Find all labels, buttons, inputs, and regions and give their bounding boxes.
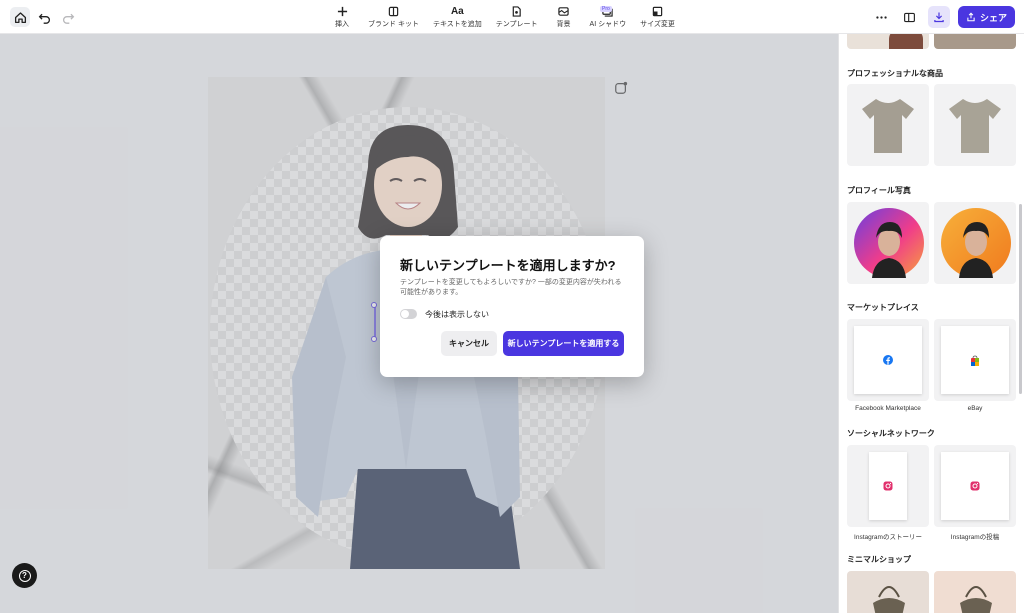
toggle-label: 今後は表示しない [425, 310, 489, 319]
apply-template-button[interactable]: 新しいテンプレートを適用する [503, 331, 624, 356]
dont-show-again-toggle[interactable] [400, 309, 417, 319]
apply-template-dialog: 新しいテンプレートを適用しますか? テンプレートを変更してもよろしいですか? 一… [380, 236, 644, 377]
dialog-title: 新しいテンプレートを適用しますか? [400, 258, 616, 273]
cancel-button[interactable]: キャンセル [441, 331, 497, 356]
dialog-description: テンプレートを変更してもよろしいですか? 一部の変更内容が失われる可能性がありま… [400, 279, 622, 296]
